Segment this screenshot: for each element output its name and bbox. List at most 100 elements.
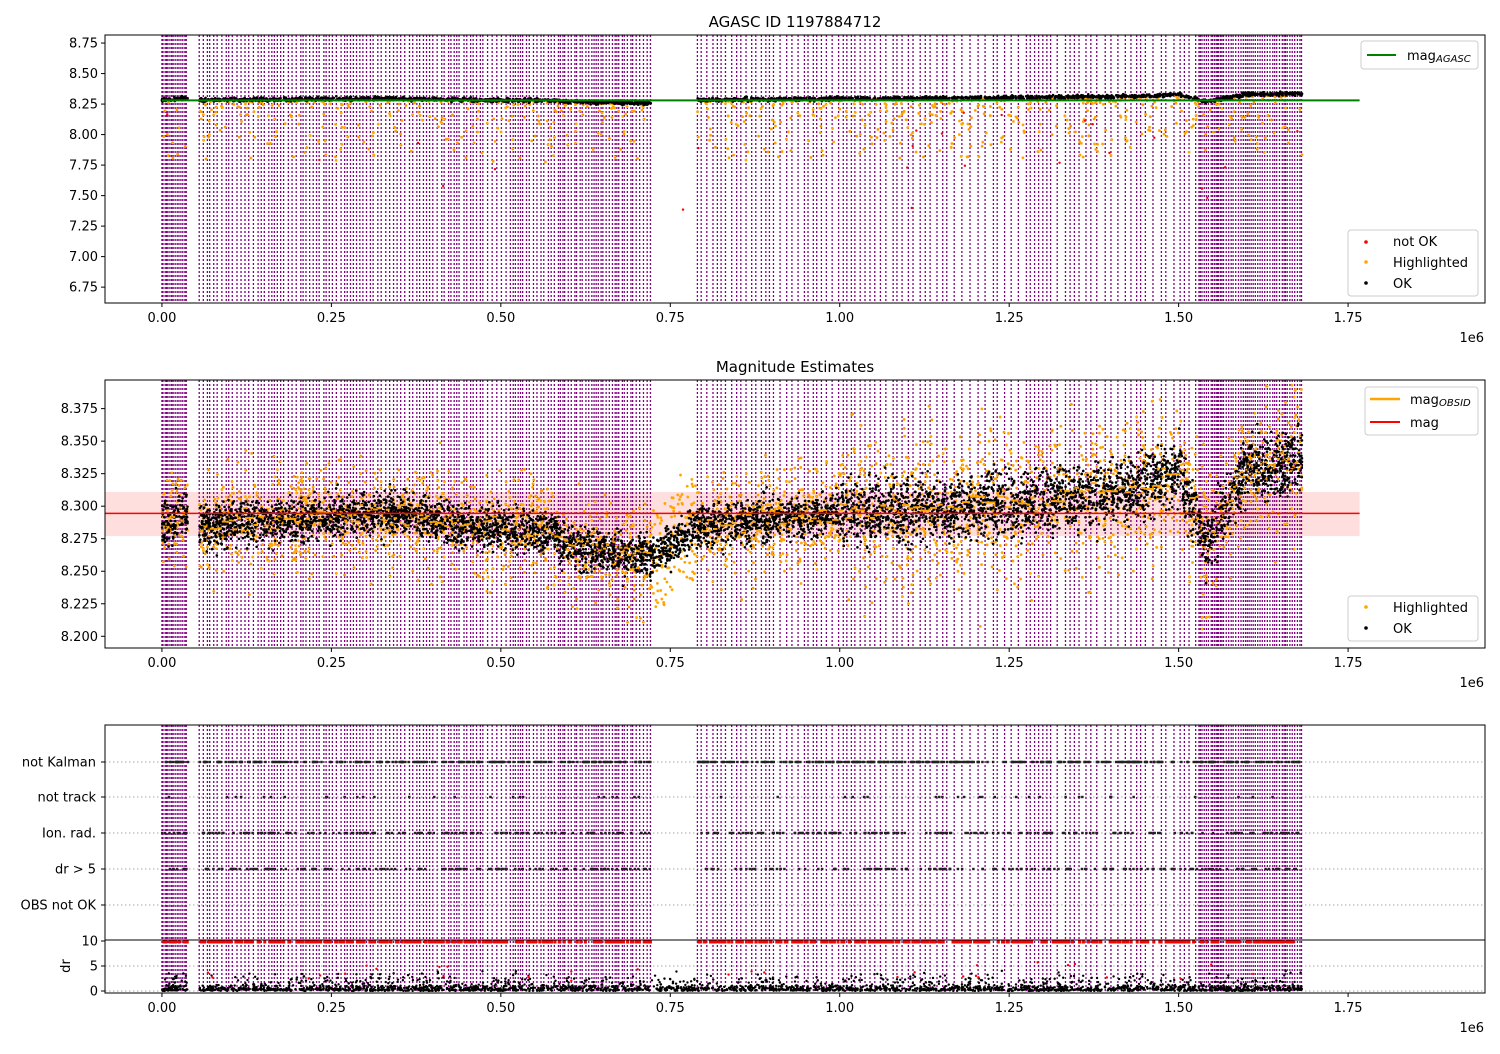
highlighted-point <box>771 551 774 554</box>
highlighted-point <box>1186 468 1189 471</box>
highlighted-point <box>910 105 913 108</box>
highlighted-point <box>1101 143 1104 146</box>
highlighted-point <box>465 156 468 159</box>
highlighted-point <box>639 617 642 620</box>
highlighted-point <box>606 515 609 518</box>
highlighted-point <box>340 112 343 115</box>
highlighted-point <box>798 114 801 117</box>
highlighted-point <box>617 110 620 113</box>
ok-point <box>1072 94 1075 97</box>
ok-point <box>1259 93 1262 96</box>
highlighted-point <box>697 136 700 139</box>
highlighted-point <box>791 101 794 104</box>
highlighted-point <box>1080 142 1083 145</box>
highlighted-point <box>379 468 382 471</box>
highlighted-point <box>977 532 980 535</box>
x-tick-label: 1.00 <box>825 311 854 326</box>
highlighted-point <box>1079 154 1082 157</box>
highlighted-point <box>735 475 738 478</box>
ok-point <box>1178 92 1181 95</box>
highlighted-point <box>232 103 235 106</box>
highlighted-point <box>332 555 335 558</box>
highlighted-point <box>831 127 834 130</box>
highlighted-point <box>510 555 513 558</box>
highlighted-point <box>1238 101 1241 104</box>
highlighted-point <box>1125 109 1128 112</box>
highlighted-point <box>615 516 618 519</box>
ok-point <box>1064 97 1067 100</box>
ok-point <box>1031 95 1034 98</box>
x-tick-label: 1.50 <box>1164 311 1193 326</box>
highlighted-point <box>489 591 492 594</box>
highlighted-point <box>1212 131 1215 134</box>
highlighted-point <box>717 496 720 499</box>
ok-point <box>935 97 938 100</box>
highlighted-point <box>532 478 535 481</box>
highlighted-point <box>709 536 712 539</box>
highlighted-point <box>1184 132 1187 135</box>
x-tick-label: 1.75 <box>1334 311 1363 326</box>
highlighted-point <box>1051 449 1054 452</box>
highlighted-point <box>922 156 925 159</box>
highlighted-point <box>1042 460 1045 463</box>
highlighted-point <box>492 118 495 121</box>
highlighted-point <box>361 556 364 559</box>
highlighted-point <box>942 452 945 455</box>
highlighted-point <box>968 128 971 131</box>
highlighted-point <box>967 123 970 126</box>
highlighted-point <box>184 145 187 148</box>
highlighted-point <box>935 114 938 117</box>
highlighted-point <box>991 566 994 569</box>
highlighted-point <box>563 104 566 107</box>
highlighted-point <box>1035 538 1038 541</box>
highlighted-point <box>822 154 825 157</box>
highlighted-point <box>1290 425 1293 428</box>
highlighted-point <box>787 130 790 133</box>
highlighted-point <box>207 136 210 139</box>
highlighted-point <box>649 529 652 532</box>
highlighted-point <box>1069 125 1072 128</box>
highlighted-point <box>911 137 914 140</box>
ok-point <box>422 97 425 100</box>
ok-point <box>569 101 572 104</box>
ok-point <box>1119 95 1122 98</box>
highlighted-point <box>500 131 503 134</box>
highlighted-point <box>1091 442 1094 445</box>
highlighted-point <box>629 532 632 535</box>
highlighted-point <box>212 114 215 117</box>
highlighted-point <box>1129 146 1132 149</box>
highlighted-point <box>394 130 397 133</box>
highlighted-point <box>932 106 935 109</box>
ok-point <box>893 95 896 98</box>
highlighted-point <box>1267 514 1270 517</box>
highlighted-point <box>383 536 386 539</box>
highlighted-point <box>1218 544 1221 547</box>
highlighted-point <box>388 112 391 115</box>
highlighted-point <box>893 117 896 120</box>
highlighted-point <box>1023 129 1026 132</box>
highlighted-point <box>1124 118 1127 121</box>
highlighted-point <box>537 120 540 123</box>
highlighted-point <box>953 136 956 139</box>
highlighted-point <box>817 102 820 105</box>
highlighted-point <box>1182 462 1185 465</box>
highlighted-point <box>372 153 375 156</box>
highlighted-point <box>267 114 270 117</box>
highlighted-point <box>773 121 776 124</box>
highlighted-point <box>927 144 930 147</box>
highlighted-point <box>597 132 600 135</box>
highlighted-point <box>1268 425 1271 428</box>
highlighted-point <box>963 572 966 575</box>
highlighted-point <box>862 470 865 473</box>
highlighted-point <box>445 138 448 141</box>
highlighted-point <box>451 562 454 565</box>
not-ok-point <box>915 129 917 131</box>
highlighted-point <box>780 499 783 502</box>
ok-point <box>842 97 845 100</box>
highlighted-point <box>1143 464 1146 467</box>
highlighted-point <box>1015 460 1018 463</box>
highlighted-point <box>274 476 277 479</box>
highlighted-point <box>1110 138 1113 141</box>
ok-point <box>622 102 625 105</box>
highlighted-point <box>980 563 983 566</box>
